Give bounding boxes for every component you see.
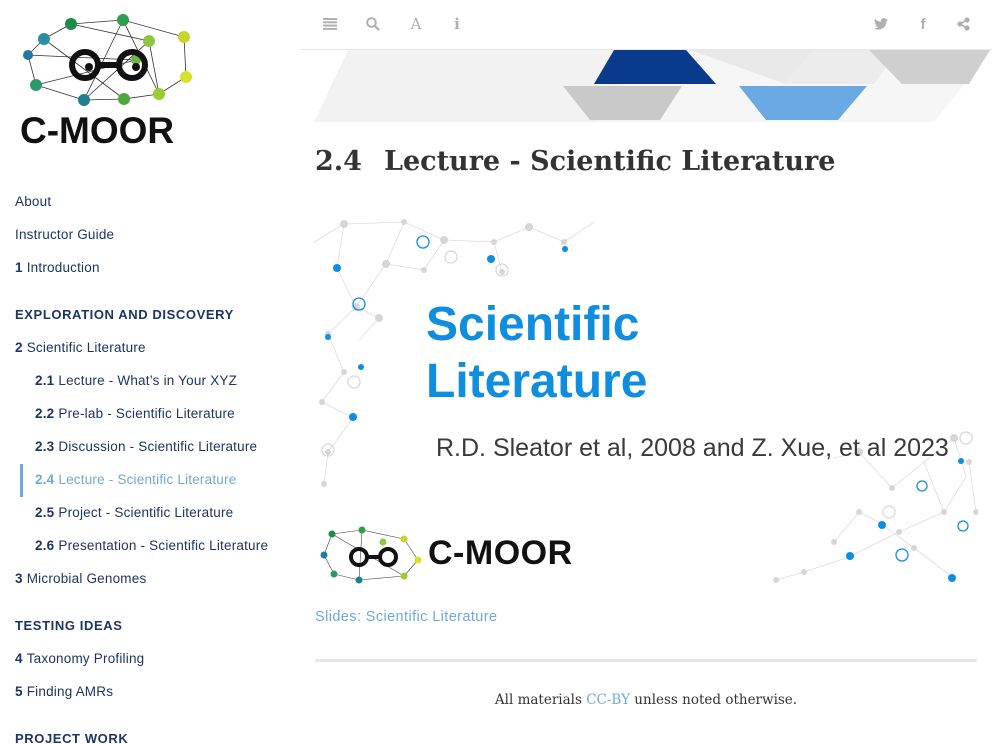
footer-prefix: All materials	[494, 692, 587, 708]
facebook-icon[interactable]: f	[912, 13, 934, 35]
toc-number: 5	[15, 684, 23, 699]
footer-suffix: unless noted otherwise.	[630, 692, 798, 708]
toc-item-finding-amrs[interactable]: 5 Finding AMRs	[15, 684, 113, 699]
slide-logo-text: C-MOOR	[428, 534, 573, 572]
toc-label: Project - Scientific Literature	[58, 505, 234, 520]
toc-number: 2.4	[35, 472, 55, 487]
toc-item-2-5[interactable]: 2.5 Project - Scientific Literature	[35, 505, 233, 520]
toc-item-2-6[interactable]: 2.6 Presentation - Scientific Literature	[35, 538, 268, 553]
page-title: 2.4 Lecture - Scientific Literature	[315, 146, 835, 177]
toc-item-microbial-genomes[interactable]: 3 Microbial Genomes	[15, 571, 146, 586]
menu-icon[interactable]	[319, 13, 341, 35]
toc-label: Presentation - Scientific Literature	[58, 538, 269, 553]
info-icon[interactable]: i	[446, 13, 468, 35]
section-title: Lecture - Scientific Literature	[383, 146, 836, 177]
toc-number: 2.1	[35, 373, 55, 388]
twitter-icon[interactable]	[870, 13, 892, 35]
sidebar: C-MOOR About Instructor Guide 1 Introduct…	[0, 0, 300, 744]
title-slide-image: Scientific Literature R.D. Sleator et al…	[314, 212, 978, 592]
toc-item-instructor-guide[interactable]: Instructor Guide	[15, 227, 114, 242]
toc-label: About	[15, 194, 52, 209]
toc-item-taxonomy-profiling[interactable]: 4 Taxonomy Profiling	[15, 651, 144, 666]
license-footer: All materials CC-BY unless noted otherwi…	[315, 692, 977, 708]
slides-link[interactable]: Slides: Scientific Literature	[315, 609, 497, 625]
c-moor-logo[interactable]: C-MOOR	[14, 10, 210, 152]
slide-title-line1: Scientific	[426, 298, 640, 351]
toc-item-2-1[interactable]: 2.1 Lecture - What’s in Your XYZ	[35, 373, 237, 388]
toc-label: Discussion - Scientific Literature	[58, 439, 258, 454]
toc-label: Pre-lab - Scientific Literature	[58, 406, 235, 421]
footer-divider	[315, 659, 977, 662]
toc-part-testing-ideas: TESTING IDEAS	[15, 618, 123, 633]
slide-title-line2: Literature	[426, 355, 648, 408]
font-icon[interactable]: A	[405, 13, 427, 35]
toc-label: Introduction	[26, 260, 100, 275]
toc-label: Finding AMRs	[26, 684, 114, 699]
toc-part-exploration: EXPLORATION AND DISCOVERY	[15, 307, 234, 322]
search-icon[interactable]	[362, 13, 384, 35]
toc-label: Scientific Literature	[26, 340, 146, 355]
toc-number: 2.3	[35, 439, 55, 454]
slide-title: Scientific Literature	[426, 296, 647, 410]
license-link[interactable]: CC-BY	[586, 692, 630, 708]
book-toolbar: A i f	[300, 0, 992, 50]
toc-label: Taxonomy Profiling	[26, 651, 145, 666]
toc-number: 4	[15, 651, 23, 666]
toc-item-2-2[interactable]: 2.2 Pre-lab - Scientific Literature	[35, 406, 235, 421]
logo-text: C-MOOR	[20, 110, 174, 151]
toc-number: 2	[15, 340, 23, 355]
section-number: 2.4	[315, 146, 362, 177]
toc-item-introduction[interactable]: 1 Introduction	[15, 260, 100, 275]
toc-number: 1	[15, 260, 23, 275]
toc-item-about[interactable]: About	[15, 194, 51, 209]
slide-subtitle: R.D. Sleator et al, 2008 and Z. Xue, et …	[436, 434, 949, 462]
share-icon[interactable]	[952, 13, 974, 35]
chapter-banner	[314, 50, 992, 122]
toc-item-scientific-literature[interactable]: 2 Scientific Literature	[15, 340, 146, 355]
toc-number: 3	[15, 571, 23, 586]
toc-number: 2.2	[35, 406, 55, 421]
toc-number: 2.6	[35, 538, 55, 553]
toc-item-2-3[interactable]: 2.3 Discussion - Scientific Literature	[35, 439, 257, 454]
active-indicator	[20, 464, 23, 497]
toc-label: Instructor Guide	[15, 227, 115, 242]
toc-part-project-work: PROJECT WORK	[15, 731, 129, 744]
toc-label: Lecture - Scientific Literature	[58, 472, 237, 487]
toc-label: Lecture - What’s in Your XYZ	[58, 373, 238, 388]
toc-label: Microbial Genomes	[26, 571, 147, 586]
toc-number: 2.5	[35, 505, 55, 520]
toc-item-2-4-active[interactable]: 2.4 Lecture - Scientific Literature	[35, 472, 236, 487]
